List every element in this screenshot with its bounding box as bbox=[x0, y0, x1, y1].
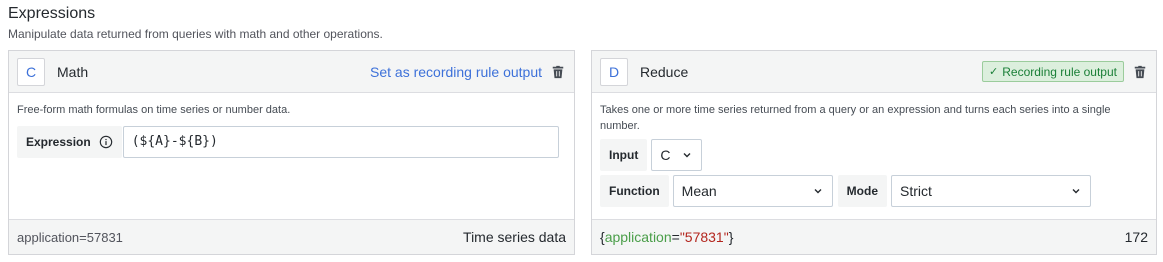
set-recording-rule-button[interactable]: Set as recording rule output bbox=[370, 64, 542, 80]
math-card-header: C Math Set as recording rule output bbox=[9, 51, 574, 93]
reduce-description: Takes one or more time series returned f… bbox=[600, 104, 1111, 132]
input-select[interactable]: C bbox=[651, 139, 703, 171]
expression-type-label: Math bbox=[57, 63, 89, 80]
input-row: Input C bbox=[600, 139, 703, 171]
info-circle-icon[interactable] bbox=[99, 135, 113, 149]
chevron-down-icon bbox=[812, 185, 824, 197]
reduce-expression-card: D Reduce ✓ Recording rule output Takes o… bbox=[591, 50, 1157, 255]
section-title: Expressions bbox=[8, 5, 96, 22]
recording-rule-output-badge[interactable]: ✓ Recording rule output bbox=[982, 61, 1124, 82]
expression-row: Expression (${A}-${B}) bbox=[17, 126, 559, 158]
expression-type-label: Reduce bbox=[640, 63, 689, 80]
math-description: Free-form math formulas on time series o… bbox=[17, 104, 291, 116]
check-icon: ✓ bbox=[989, 66, 999, 78]
recording-badge-label: Recording rule output bbox=[1002, 64, 1117, 79]
reduce-card-body: Takes one or more time series returned f… bbox=[592, 94, 1156, 207]
expressions-header: Expressions Manipulate data returned fro… bbox=[8, 4, 383, 42]
function-row: Function Mean Mode Strict bbox=[600, 175, 1091, 207]
function-select[interactable]: Mean bbox=[672, 175, 833, 207]
math-card-body: Free-form math formulas on time series o… bbox=[9, 94, 574, 158]
expression-input[interactable]: (${A}-${B}) bbox=[122, 126, 559, 158]
mode-field-label: Mode bbox=[837, 175, 887, 207]
label-value: "57831" bbox=[679, 229, 729, 245]
math-card-footer: application=57831 Time series data bbox=[9, 219, 574, 254]
chevron-down-icon bbox=[1070, 185, 1082, 197]
function-select-value: Mean bbox=[681, 183, 717, 199]
input-field-label: Input bbox=[600, 139, 648, 171]
result-value: 172 bbox=[1124, 229, 1148, 245]
mode-select-value: Strict bbox=[900, 183, 932, 199]
result-type-label: Time series data bbox=[463, 229, 566, 245]
section-subtitle: Manipulate data returned from queries wi… bbox=[8, 27, 383, 41]
input-select-value: C bbox=[660, 147, 671, 163]
math-expression-card: C Math Set as recording rule output Free… bbox=[8, 50, 575, 255]
label-equals: = bbox=[671, 229, 680, 245]
label-brace-close: } bbox=[728, 229, 734, 245]
expression-label-text: Expression bbox=[26, 135, 91, 149]
trash-icon[interactable] bbox=[1132, 64, 1148, 80]
ref-id-badge[interactable]: D bbox=[600, 57, 628, 86]
reduce-card-footer: {application="57831"} 172 bbox=[592, 219, 1156, 254]
series-label: application=57831 bbox=[17, 229, 123, 245]
ref-id-badge[interactable]: C bbox=[17, 57, 45, 86]
expression-field-label: Expression bbox=[17, 126, 122, 158]
function-field-label: Function bbox=[600, 175, 669, 207]
series-labels: {application="57831"} bbox=[600, 229, 733, 245]
label-key: application bbox=[604, 229, 672, 245]
reduce-card-header: D Reduce ✓ Recording rule output bbox=[592, 51, 1156, 93]
trash-icon[interactable] bbox=[550, 64, 566, 80]
chevron-down-icon bbox=[681, 149, 693, 161]
mode-select[interactable]: Strict bbox=[891, 175, 1091, 207]
